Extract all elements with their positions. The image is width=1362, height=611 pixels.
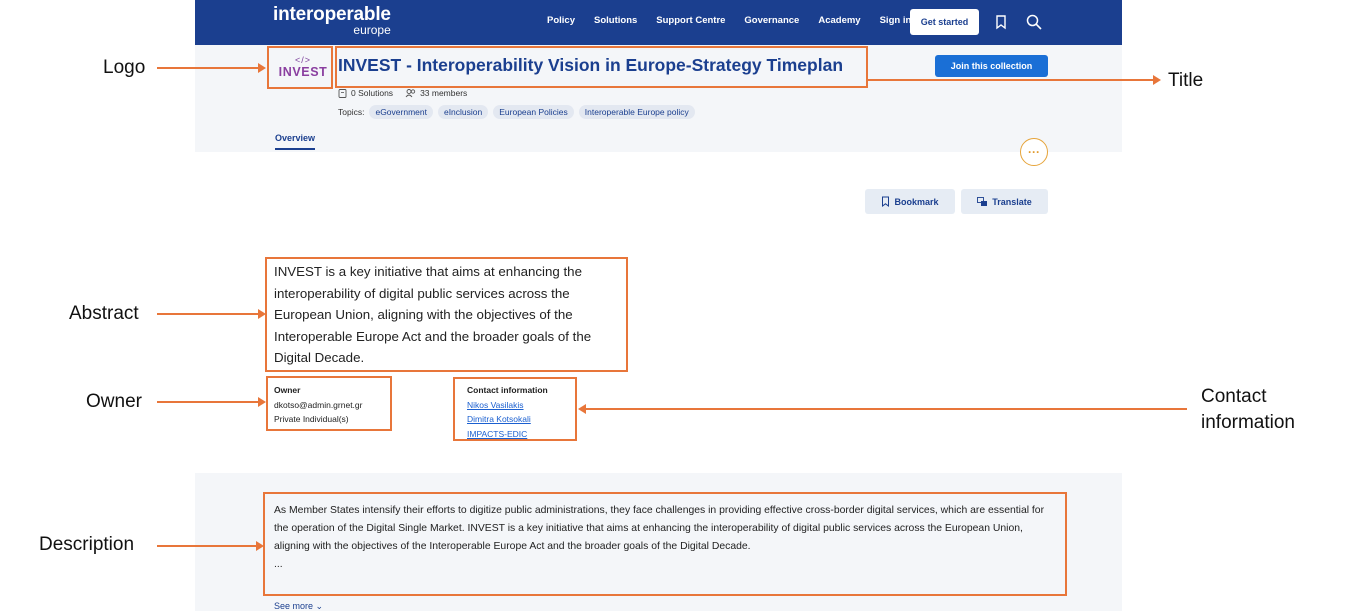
annotation-title: Title <box>1168 70 1204 91</box>
abstract-highlight-box <box>265 257 628 372</box>
arrow-owner <box>157 397 266 407</box>
contact-highlight-box <box>453 377 577 441</box>
collection-stats: 0 Solutions 33 members <box>338 88 467 98</box>
annotation-abstract: Abstract <box>69 303 139 324</box>
members-label: 33 members <box>420 88 468 98</box>
nav-sign-in[interactable]: Sign in <box>880 15 912 26</box>
annotation-description: Description <box>39 534 135 555</box>
owner-highlight-box <box>266 376 392 431</box>
nav-solutions[interactable]: Solutions <box>594 15 637 26</box>
topics-row: Topics: eGovernment eInclusion European … <box>338 105 695 119</box>
nav-policy[interactable]: Policy <box>547 15 575 26</box>
annotation-contact-line2: information <box>1201 412 1295 433</box>
annotation-logo: Logo <box>103 57 146 78</box>
bookmark-icon[interactable] <box>992 13 1010 31</box>
more-options-button[interactable]: ··· <box>1020 138 1048 166</box>
search-icon[interactable] <box>1025 13 1043 31</box>
topic-chip[interactable]: European Policies <box>493 105 574 119</box>
topic-chip[interactable]: eGovernment <box>369 105 433 119</box>
nav-links: Policy Solutions Support Centre Governan… <box>547 15 911 26</box>
translate-label: Translate <box>992 196 1032 207</box>
brand-sub: europe <box>353 23 391 37</box>
description-highlight-box <box>263 492 1067 596</box>
solutions-count[interactable]: 0 Solutions <box>338 88 393 98</box>
topic-chip[interactable]: eInclusion <box>437 105 489 119</box>
arrow-description <box>157 541 264 551</box>
nav-academy[interactable]: Academy <box>818 15 860 26</box>
annotation-contact-line1: Contact <box>1201 386 1267 407</box>
arrow-logo <box>157 63 266 73</box>
annotation-owner: Owner <box>86 391 142 412</box>
title-highlight-box <box>335 46 868 88</box>
bookmark-button[interactable]: Bookmark <box>865 189 955 214</box>
nav-governance[interactable]: Governance <box>744 15 799 26</box>
get-started-button[interactable]: Get started <box>910 9 979 35</box>
annotation-contact: Contact information <box>1201 384 1295 436</box>
see-more-link[interactable]: See more ⌄ <box>274 601 323 611</box>
topics-label: Topics: <box>338 107 365 117</box>
translate-button[interactable]: Translate <box>961 189 1048 214</box>
nav-support-centre[interactable]: Support Centre <box>656 15 725 26</box>
site-logo[interactable]: interoperable europe <box>273 4 391 37</box>
topic-chip[interactable]: Interoperable Europe policy <box>578 105 695 119</box>
chevron-down-icon: ⌄ <box>315 601 324 611</box>
brand-main: interoperable <box>273 4 391 25</box>
members-count[interactable]: 33 members <box>405 88 467 98</box>
join-collection-button[interactable]: Join this collection <box>935 55 1048 77</box>
bookmark-label: Bookmark <box>894 196 939 207</box>
see-more-label: See more <box>274 601 314 611</box>
members-icon <box>405 89 416 98</box>
logo-highlight-box <box>267 46 333 89</box>
arrow-title <box>868 75 1161 85</box>
solutions-label: 0 Solutions <box>351 88 394 98</box>
tab-overview[interactable]: Overview <box>275 133 316 150</box>
top-navigation: interoperable europe Policy Solutions Su… <box>195 0 1122 45</box>
bookmark-icon <box>882 196 890 207</box>
arrow-abstract <box>157 309 266 319</box>
translate-icon <box>977 196 988 206</box>
clipboard-icon <box>338 89 347 98</box>
arrow-contact <box>578 404 1187 414</box>
